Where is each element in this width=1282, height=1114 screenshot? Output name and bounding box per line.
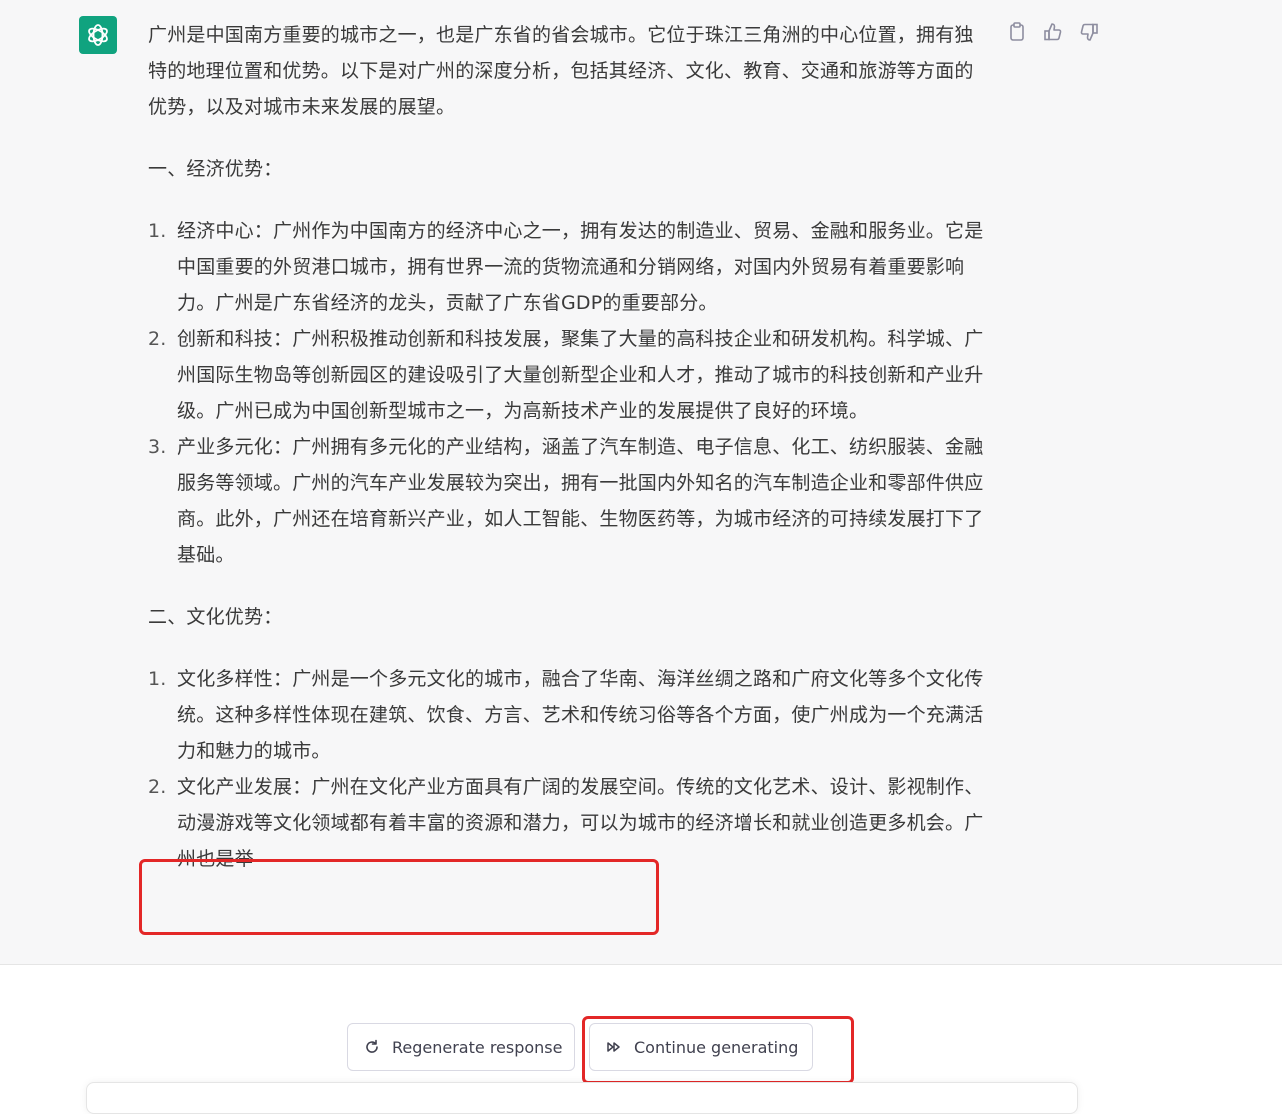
list-item-text: 文化多样性：广州是一个多元文化的城市，融合了华南、海洋丝绸之路和广府文化等多个文… [177,668,984,762]
thumbs-down-icon [1080,23,1098,41]
list-item: 3. 产业多元化：广州拥有多元化的产业结构，涵盖了汽车制造、电子信息、化工、纺织… [148,429,988,573]
chat-input-box[interactable] [86,1082,1078,1114]
assistant-avatar [79,16,117,54]
intro-paragraph: 广州是中国南方重要的城市之一，也是广东省的省会城市。它位于珠江三角洲的中心位置，… [148,24,974,118]
section-heading-culture: 二、文化优势： [148,606,283,628]
copy-button[interactable] [1006,20,1028,44]
list-item: 1. 文化多样性：广州是一个多元文化的城市，融合了华南、海洋丝绸之路和广府文化等… [148,661,988,769]
list-number: 1. [148,668,167,690]
continue-label: Continue generating [634,1037,799,1057]
list-number: 2. [148,328,167,350]
message-actions [1006,20,1100,44]
message-content: 广州是中国南方重要的城市之一，也是广东省的省会城市。它位于珠江三角洲的中心位置，… [148,17,988,903]
list-number: 2. [148,776,167,798]
list-item-text: 文化产业发展：广州在文化产业方面具有广阔的发展空间。传统的文化艺术、设计、影视制… [177,776,984,870]
clipboard-icon [1010,22,1024,41]
thumbs-down-button[interactable] [1078,20,1100,44]
list-item: 1. 经济中心：广州作为中国南方的经济中心之一，拥有发达的制造业、贸易、金融和服… [148,213,988,321]
assistant-message: 广州是中国南方重要的城市之一，也是广东省的省会城市。它位于珠江三角洲的中心位置，… [0,0,1282,965]
list-item-text: 产业多元化：广州拥有多元化的产业结构，涵盖了汽车制造、电子信息、化工、纺织服装、… [177,436,984,566]
culture-list: 1. 文化多样性：广州是一个多元文化的城市，融合了华南、海洋丝绸之路和广府文化等… [148,661,988,877]
section-heading-economy: 一、经济优势： [148,158,283,180]
list-item: 2. 文化产业发展：广州在文化产业方面具有广阔的发展空间。传统的文化艺术、设计、… [148,769,988,877]
list-number: 3. [148,436,167,458]
thumbs-up-button[interactable] [1042,20,1064,44]
continue-generating-button[interactable]: Continue generating [589,1023,813,1071]
openai-logo-icon [88,24,108,46]
regenerate-label: Regenerate response [392,1037,563,1057]
economy-list: 1. 经济中心：广州作为中国南方的经济中心之一，拥有发达的制造业、贸易、金融和服… [148,213,988,573]
list-number: 1. [148,220,167,242]
list-item-text: 创新和科技：广州积极推动创新和科技发展，聚集了大量的高科技企业和研发机构。科学城… [177,328,984,422]
thumbs-up-icon [1044,23,1062,41]
fast-forward-icon [606,1039,622,1055]
regenerate-response-button[interactable]: Regenerate response [347,1023,575,1071]
list-item-text: 经济中心：广州作为中国南方的经济中心之一，拥有发达的制造业、贸易、金融和服务业。… [177,220,984,314]
list-item: 2. 创新和科技：广州积极推动创新和科技发展，聚集了大量的高科技企业和研发机构。… [148,321,988,429]
refresh-icon [364,1039,380,1055]
